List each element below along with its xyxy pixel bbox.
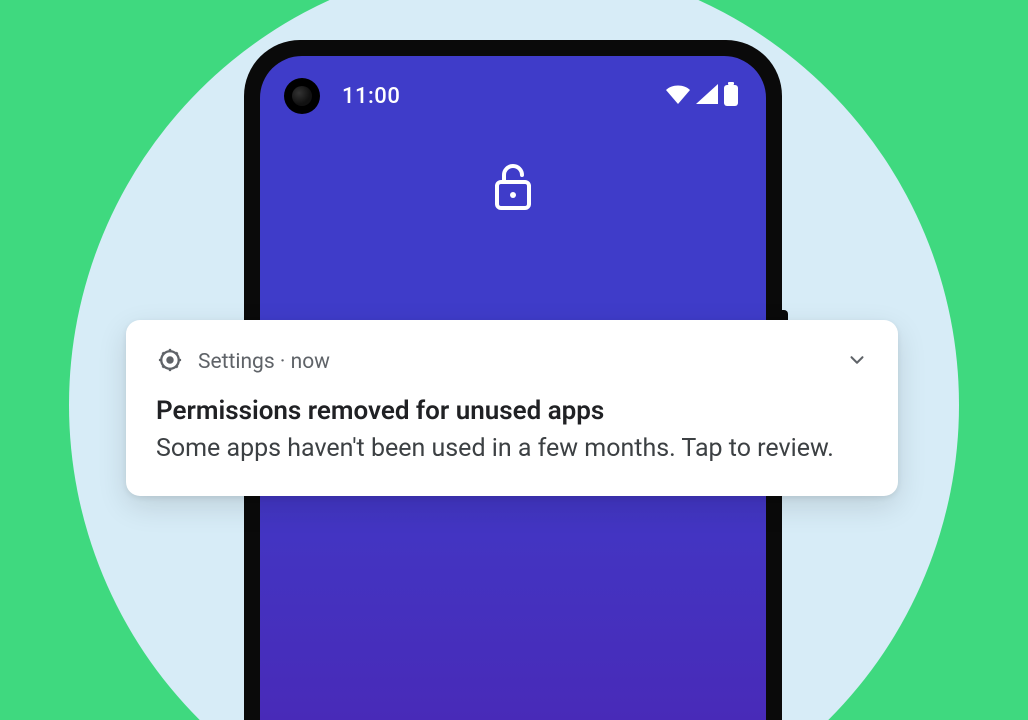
lock-indicator bbox=[260, 162, 766, 214]
status-clock: 11:00 bbox=[342, 84, 400, 109]
notification-body: Some apps haven't been used in a few mon… bbox=[156, 432, 868, 466]
wifi-icon bbox=[666, 84, 690, 108]
chevron-down-icon[interactable] bbox=[846, 349, 868, 375]
notification-title: Permissions removed for unused apps bbox=[156, 396, 868, 426]
status-icons bbox=[666, 82, 738, 110]
notification-app-label: Settings · now bbox=[198, 350, 330, 374]
signal-icon bbox=[696, 84, 718, 108]
battery-icon bbox=[724, 82, 738, 110]
gear-icon bbox=[156, 346, 184, 378]
notification-app-name: Settings bbox=[198, 350, 275, 374]
notification-card[interactable]: Settings · now Permissions removed for u… bbox=[126, 320, 898, 496]
notification-header: Settings · now bbox=[156, 346, 868, 378]
unlock-icon bbox=[493, 162, 533, 214]
status-bar: 11:00 bbox=[260, 82, 766, 110]
notification-time: now bbox=[291, 350, 330, 374]
